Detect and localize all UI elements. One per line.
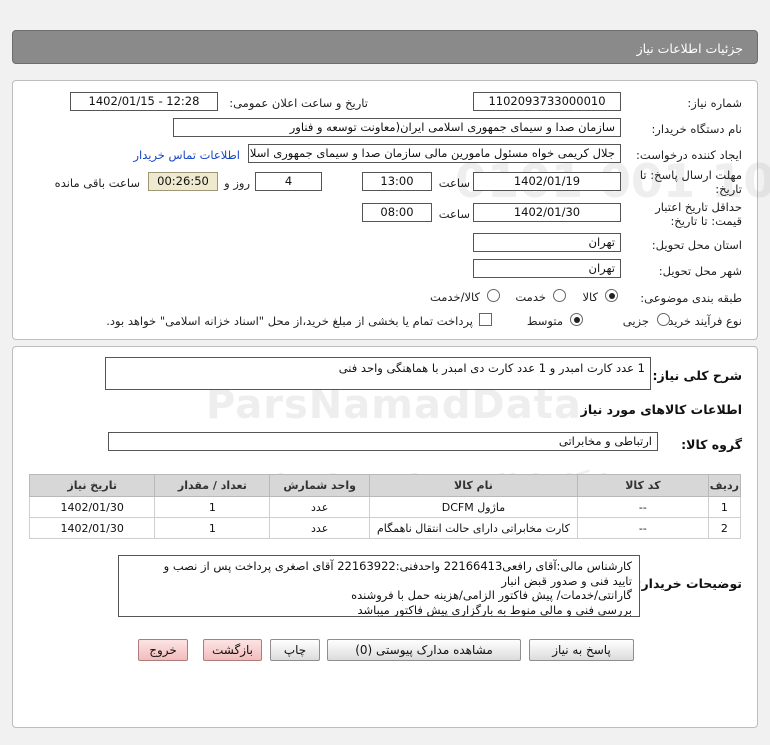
notes-line: گارانتی/خدمات/ پیش فاکتور الزامی/هزینه ح… [351,588,632,602]
treasury-checkbox[interactable] [479,313,492,326]
cell-row: 1 [707,496,742,518]
category-radio-goods-service[interactable] [487,289,500,302]
goods-table-wrap: ردیف کد کالا نام کالا واحد شمارش تعداد /… [28,474,742,539]
notes-line: کارشناس مالی:آقای رافعی22166413 واحدفنی:… [163,559,632,573]
process-radio-minor[interactable] [657,313,670,326]
city-field: تهران [473,259,621,278]
goods-group-label: گروه کالا: [681,437,742,452]
page-title: جزئیات اطلاعات نیاز [636,41,743,56]
goods-table: ردیف کد کالا نام کالا واحد شمارش تعداد /… [28,474,742,539]
category-label: طبقه بندی موضوعی: [640,291,742,305]
cell-qty: 1 [154,496,271,518]
announce-label: تاریخ و ساعت اعلان عمومی: [229,96,368,110]
cell-unit: عدد [269,496,370,518]
buyer-notes-label: توضیحات خریدار: [636,576,742,591]
print-button[interactable]: چاپ [270,639,320,661]
validity-time-field: 08:00 [362,203,432,222]
cell-qty: 1 [154,517,271,539]
col-name: نام کالا [368,474,579,497]
goods-section-title: اطلاعات کالاهای مورد نیاز [580,402,742,417]
col-qty: تعداد / مقدار [154,474,271,497]
city-label: شهر محل تحویل: [658,264,742,278]
notes-line: تایید فنی و صدور قبض انبار [501,573,632,588]
col-date: تاریخ نیاز [28,474,156,497]
table-row: 1 -- ماژول DCFM عدد 1 1402/01/30 [28,496,742,518]
process-option-minor: جزیی [622,314,649,328]
cell-code: -- [577,517,709,539]
buyer-org-label: نام دستگاه خریدار: [651,122,742,136]
remaining-time-label: ساعت باقی مانده [54,176,140,190]
deadline-date-field: 1402/01/19 [473,172,621,191]
summary-label: شرح کلی نیاز: [652,368,742,383]
col-code: کد کالا [577,474,709,497]
reply-button[interactable]: پاسخ به نیاز [529,639,634,661]
deadline-time-field: 13:00 [362,172,432,191]
table-row: 2 -- کارت مخابراتی دارای حالت انتقال ناه… [28,517,742,539]
goods-group-field: ارتباطی و مخابراتی [108,432,658,451]
category-option-goods: کالا [582,290,598,304]
creator-label: ایجاد کننده درخواست: [636,148,742,162]
back-button[interactable]: بازگشت [203,639,262,661]
notes-line: بررسی فنی و مالی منوط به بارگزاری پیش فا… [357,602,632,617]
cell-name: کارت مخابراتی دارای حالت انتقال ناهمگام [368,517,579,539]
validity-time-label: ساعت [438,207,470,221]
validity-date-field: 1402/01/30 [473,203,621,222]
treasury-note: پرداخت تمام یا بخشی از مبلغ خرید،از محل … [106,314,473,328]
province-field: تهران [473,233,621,252]
deadline-label: مهلت ارسال پاسخ: تا [639,168,742,182]
summary-field: 1 عدد کارت امبدر و 1 عدد کارت دی امبدر ب… [105,357,651,390]
cell-unit: عدد [269,517,370,539]
deadline-label-date: تاریخ: [715,182,742,196]
announce-datetime-field: 1402/01/15 - 12:28 [70,92,218,111]
category-option-goods-service: کالا/خدمت [429,290,480,304]
process-radio-medium[interactable] [570,313,583,326]
creator-field: جلال کریمی خواه مسئول مامورین مالی سازما… [248,144,621,163]
cell-code: -- [577,496,709,518]
category-radio-goods[interactable] [605,289,618,302]
need-number-label: شماره نیاز: [687,96,742,110]
buyer-org-field: سازمان صدا و سیمای جمهوری اسلامی ایران(م… [173,118,621,137]
category-option-service: خدمت [515,290,546,304]
cell-date: 1402/01/30 [28,517,156,539]
process-option-medium: متوسط [526,314,563,328]
validity-label-date: قیمت: تا تاریخ: [670,214,742,228]
province-label: استان محل تحویل: [651,238,742,252]
remaining-time-field: 00:26:50 [148,172,218,191]
col-row: ردیف [707,474,742,497]
deadline-time-label: ساعت [438,176,470,190]
cell-date: 1402/01/30 [28,496,156,518]
need-number-field: 1102093733000010 [473,92,621,111]
col-unit: واحد شمارش [269,474,370,497]
days-field: 4 [255,172,322,191]
buyer-notes-field: کارشناس مالی:آقای رافعی22166413 واحدفنی:… [118,555,640,617]
exit-button[interactable]: خروج [138,639,188,661]
cell-row: 2 [707,517,742,539]
page-title-bar: جزئیات اطلاعات نیاز [12,30,758,64]
process-label: نوع فرآیند خرید : [660,314,742,328]
days-label: روز و [224,176,250,190]
goods-table-header: ردیف کد کالا نام کالا واحد شمارش تعداد /… [28,474,742,497]
category-radio-service[interactable] [553,289,566,302]
buyer-contact-link[interactable]: اطلاعات تماس خریدار [133,148,240,162]
attachments-button[interactable]: مشاهده مدارک پیوستی (0) [327,639,521,661]
cell-name: ماژول DCFM [368,496,579,518]
validity-label: حداقل تاریخ اعتبار [655,200,742,214]
